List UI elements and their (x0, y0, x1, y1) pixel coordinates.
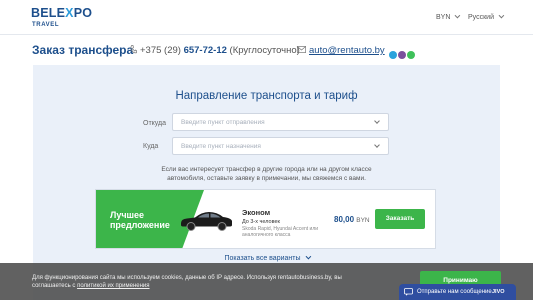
messenger-links (389, 46, 416, 59)
email-contact[interactable]: auto@rentauto.by (297, 45, 385, 57)
whatsapp-icon[interactable] (407, 51, 415, 59)
car-capacity: До 3-х человек (242, 219, 280, 225)
cookie-policy-link[interactable]: политикой их применения (77, 283, 149, 289)
to-label: Куда (143, 143, 159, 150)
to-placeholder: Введите пункт назначения (181, 143, 261, 150)
price-value: 80,00 (334, 215, 355, 224)
currency-value: BYN (436, 14, 451, 21)
form-title: Направление транспорта и тариф (175, 90, 358, 102)
car-models: Skoda Rapid, Hyundai Accent или аналогич… (242, 226, 319, 238)
mail-icon (297, 46, 306, 53)
language-value: Русский (468, 14, 494, 21)
best-offer-label: Лучшее предложение (110, 210, 170, 230)
chat-brand: JIVO (492, 289, 505, 295)
phone-contact[interactable]: +375 (29) 657-72-12 (Круглосуточно) (130, 45, 300, 57)
chevron-down-icon (374, 142, 380, 148)
email-link[interactable]: auto@rentauto.by (309, 45, 385, 56)
car-icon (181, 212, 232, 231)
jivo-chat-widget[interactable]: Отправьте нам сообщение JIVO (399, 284, 516, 300)
chevron-down-icon (454, 12, 461, 19)
chat-label: Отправьте нам сообщение (417, 289, 492, 295)
offer-price: 80,00 BYN (334, 215, 370, 226)
price-currency: BYN (356, 217, 370, 224)
chevron-down-icon (305, 253, 311, 260)
show-all-label: Показать все варианты (224, 255, 301, 262)
chevron-down-icon (374, 118, 380, 124)
telegram-icon[interactable] (389, 51, 397, 59)
currency-selector[interactable]: BYN (436, 12, 461, 22)
car-class-name: Эконом (242, 208, 271, 217)
logo-wordmark: BELEXPO (31, 6, 93, 20)
form-hint: Если вас интересует трансфер в другие го… (33, 166, 500, 183)
phone-hours-note: (Круглосуточно) (226, 45, 300, 56)
chat-icon (404, 288, 413, 296)
viber-icon[interactable] (398, 51, 406, 59)
language-selector[interactable]: Русский (468, 12, 505, 22)
show-all-options-link[interactable]: Показать все варианты (33, 253, 500, 263)
best-offer-card[interactable]: Лучшее предложение Эконом До 3-х человек… (95, 189, 436, 249)
from-select[interactable]: Введите пункт отправления (172, 113, 389, 131)
cookie-text: Для функционирования сайта мы используем… (32, 274, 362, 290)
hint-text: Если вас интересует трансфер в другие го… (161, 166, 372, 182)
to-select[interactable]: Введите пункт назначения (172, 137, 389, 155)
from-label: Откуда (143, 120, 167, 127)
phone-icon (130, 45, 137, 54)
logo-subtitle: TRAVEL (32, 22, 60, 28)
phone-prefix: +375 (29) (140, 45, 184, 56)
site-header: BELEXPO TRAVEL BYN Русский (0, 0, 533, 35)
order-button[interactable]: Заказать (375, 209, 425, 229)
belexpo-travel-logo[interactable]: BELEXPO TRAVEL (31, 6, 95, 30)
chevron-down-icon (498, 12, 505, 19)
page-title: Заказ трансфера (32, 43, 134, 57)
phone-number: 657-72-12 (183, 45, 227, 56)
from-placeholder: Введите пункт отправления (181, 119, 265, 126)
